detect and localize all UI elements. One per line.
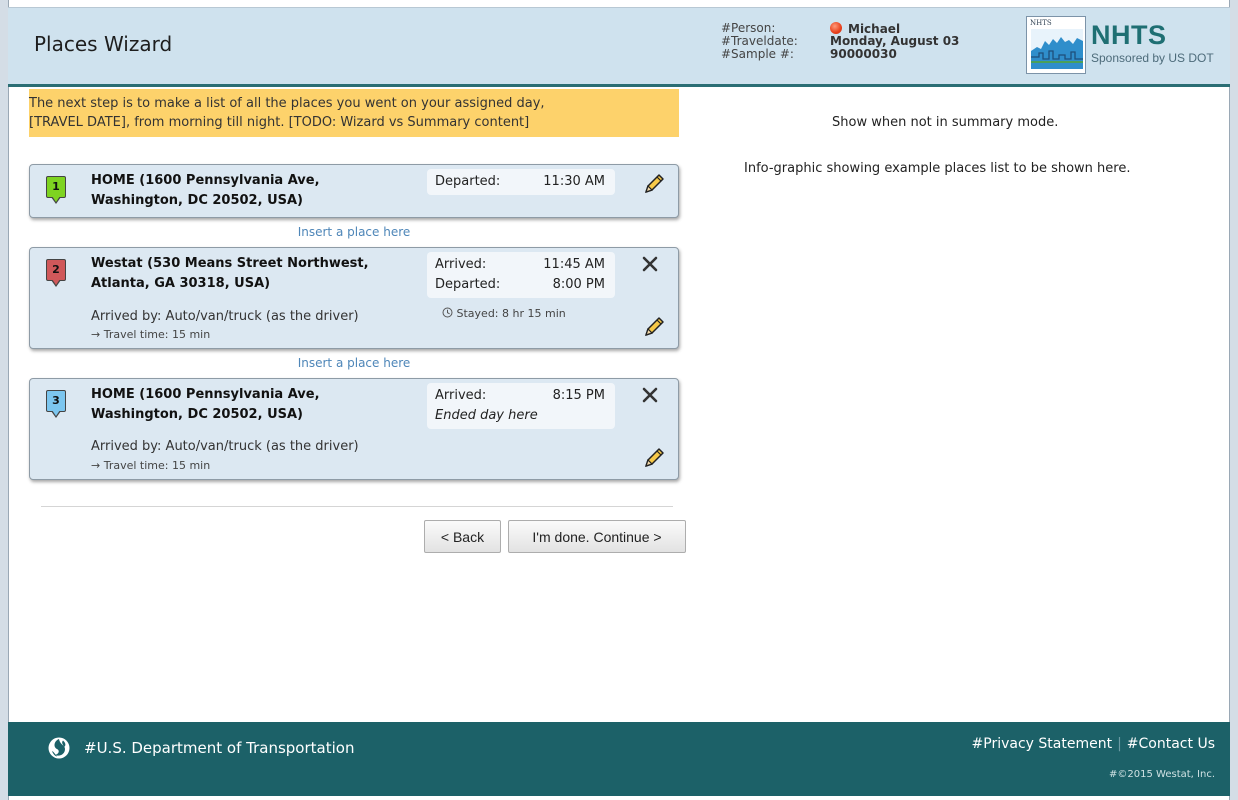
arrived-time: 8:15 PM [552, 388, 605, 403]
meta-labels: #Person: #Traveldate: #Sample #: [721, 22, 798, 61]
pencil-icon[interactable] [642, 315, 666, 343]
footer-department: #U.S. Department of Transportation [84, 739, 355, 757]
divider [41, 506, 673, 507]
place-name-line-1: HOME (1600 Pennsylvania Ave, [91, 387, 320, 402]
summary-mode-note: Show when not in summary mode. [832, 115, 1059, 130]
travel-time: → Travel time: 15 min [91, 459, 210, 472]
brand-sub: Sponsored by US DOT [1091, 51, 1214, 65]
nhts-logo: NHTS [1026, 16, 1086, 74]
banner-line-2: [TRAVEL DATE], from morning till night. … [29, 115, 530, 130]
place-card-3[interactable]: 3 HOME (1600 Pennsylvania Ave, Washingto… [29, 378, 679, 480]
arrived-time: 11:45 AM [543, 257, 605, 272]
sample-label: #Sample #: [721, 47, 794, 61]
ended-day: Ended day here [435, 406, 615, 426]
arrived-by: Arrived by: Auto/van/truck (as the drive… [91, 309, 359, 324]
logo-small-text: NHTS [1030, 19, 1052, 27]
brand-name: NHTS [1091, 20, 1167, 50]
map-marker-icon: 1 [46, 176, 66, 204]
x-icon[interactable] [641, 255, 659, 277]
privacy-link[interactable]: #Privacy Statement [972, 736, 1113, 752]
place-name-line-1: HOME (1600 Pennsylvania Ave, [91, 173, 320, 188]
arrived-row: Arrived: 11:45 AM [435, 255, 615, 275]
instruction-banner: The next step is to make a list of all t… [29, 89, 679, 137]
back-button[interactable]: < Back [424, 520, 501, 553]
link-separator: | [1117, 736, 1122, 752]
contact-link[interactable]: #Contact Us [1127, 736, 1215, 752]
travel-time-text: Travel time: 15 min [103, 459, 211, 472]
map-marker-icon: 2 [46, 259, 66, 287]
arrived-by: Arrived by: Auto/van/truck (as the drive… [91, 439, 359, 454]
footer-links: #Privacy Statement | #Contact Us [972, 736, 1215, 752]
red-dot-icon [830, 22, 842, 34]
stayed-duration: Stayed: 8 hr 15 min [442, 307, 566, 320]
pencil-icon[interactable] [642, 446, 666, 474]
brand: NHTS Sponsored by US DOT [1091, 21, 1214, 65]
meta-values: Michael Monday, August 03 90000030 [830, 22, 959, 61]
insert-place-link[interactable]: Insert a place here [29, 356, 679, 370]
arrived-label: Arrived: [435, 388, 487, 403]
place-name-line-2: Atlanta, GA 30318, USA) [91, 276, 271, 291]
place-name-line-1: Westat (530 Means Street Northwest, [91, 256, 369, 271]
departed-label: Departed: [435, 277, 501, 292]
x-icon[interactable] [641, 386, 659, 408]
map-marker-icon: 3 [46, 390, 66, 418]
infographic-placeholder: Info-graphic showing example places list… [744, 161, 1131, 176]
place-card-2[interactable]: 2 Westat (530 Means Street Northwest, At… [29, 247, 679, 349]
place-name-line-2: Washington, DC 20502, USA) [91, 193, 303, 208]
place-card-1[interactable]: 1 HOME (1600 Pennsylvania Ave, Washingto… [29, 164, 679, 218]
clock-icon [442, 307, 457, 320]
departed-time: 11:30 AM [543, 174, 605, 189]
insert-place-link[interactable]: Insert a place here [29, 225, 679, 239]
right-arrow-icon: → [91, 328, 101, 341]
time-box: Departed: 11:30 AM [427, 169, 615, 195]
page-title: Places Wizard [34, 32, 173, 56]
departed-row: Departed: 8:00 PM [435, 275, 615, 295]
travel-time: → Travel time: 15 min [91, 328, 210, 341]
footer: #U.S. Department of Transportation #Priv… [8, 722, 1230, 796]
arrived-row: Arrived: 8:15 PM [435, 386, 615, 406]
stayed-text: Stayed: 8 hr 15 min [456, 307, 566, 320]
travel-time-text: Travel time: 15 min [103, 328, 211, 341]
marker-number: 3 [52, 394, 60, 407]
sample-value: 90000030 [830, 47, 897, 61]
right-arrow-icon: → [91, 459, 101, 472]
departed-time: 8:00 PM [552, 277, 605, 292]
continue-button[interactable]: I'm done. Continue > [508, 520, 686, 553]
marker-number: 2 [52, 263, 60, 276]
place-name-line-2: Washington, DC 20502, USA) [91, 407, 303, 422]
marker-number: 1 [52, 180, 60, 193]
header: Places Wizard #Person: #Traveldate: #Sam… [8, 7, 1230, 87]
departed-row: Departed: 11:30 AM [435, 172, 615, 192]
skyline-graph-icon [1031, 29, 1083, 69]
time-box: Arrived: 11:45 AM Departed: 8:00 PM [427, 252, 615, 298]
copyright: #©2015 Westat, Inc. [1109, 769, 1215, 780]
departed-label: Departed: [435, 174, 501, 189]
place-name: HOME (1600 Pennsylvania Ave, Washington,… [91, 385, 391, 425]
dot-logo-icon [48, 737, 70, 763]
place-name: HOME (1600 Pennsylvania Ave, Washington,… [91, 171, 391, 211]
arrived-label: Arrived: [435, 257, 487, 272]
ended-day-text: Ended day here [435, 408, 538, 423]
time-box: Arrived: 8:15 PM Ended day here [427, 383, 615, 429]
banner-line-1: The next step is to make a list of all t… [29, 96, 545, 111]
place-name: Westat (530 Means Street Northwest, Atla… [91, 254, 421, 294]
pencil-icon[interactable] [642, 172, 666, 200]
